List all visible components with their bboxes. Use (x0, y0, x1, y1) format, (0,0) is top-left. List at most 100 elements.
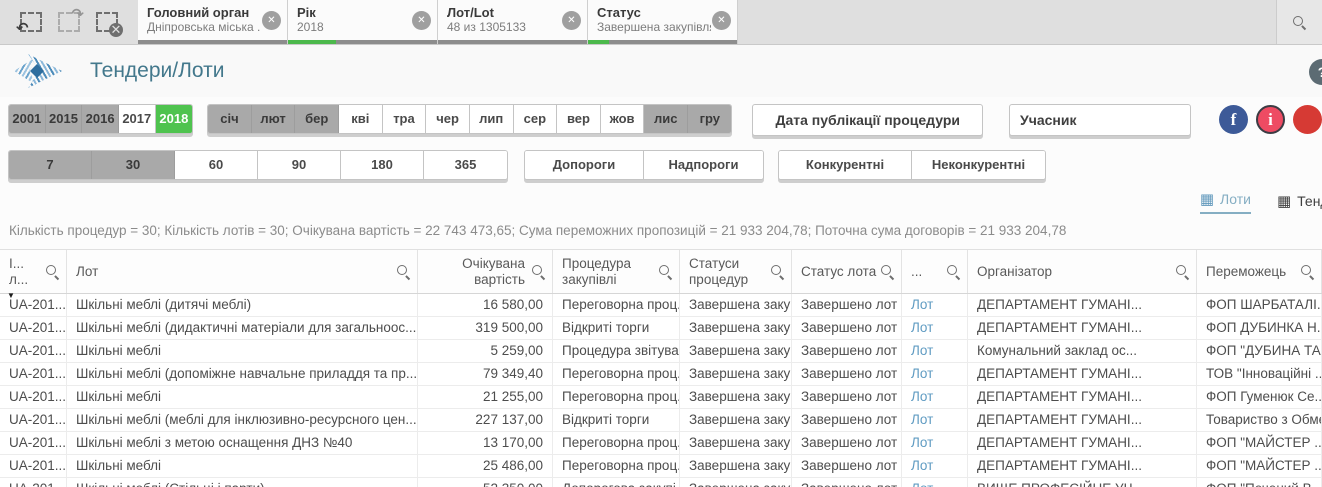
table-row[interactable]: UA-201... Шкільні меблі з метою оснащення… (0, 432, 1322, 455)
col-header-winner[interactable]: Переможець (1197, 250, 1322, 293)
month-filter-button-тра[interactable]: тра (382, 105, 427, 133)
step-forward-icon[interactable]: ↷ (58, 7, 84, 32)
info-icon[interactable]: i (1256, 105, 1285, 134)
lot-cell[interactable]: Шкільні меблі (67, 340, 418, 362)
year-filter-button-2017[interactable]: 2017 (118, 105, 156, 133)
winner-cell[interactable]: ФОП "МАЙСТЕР ... (1197, 432, 1322, 454)
winner-cell[interactable]: ФОП "ДУБИНА ТА... (1197, 340, 1322, 362)
procedure-status-cell[interactable]: Завершена закупі... (680, 409, 792, 431)
col-header-lot-link[interactable]: ... (902, 250, 968, 293)
procedure-type-cell[interactable]: Переговорна проц... (553, 294, 680, 316)
lot-id-cell[interactable]: UA-201... (0, 340, 67, 362)
period-filter-button-7[interactable]: 7 (9, 151, 92, 179)
col-header-procedure-type[interactable]: Процедура закупівлі (553, 250, 680, 293)
lot-id-cell[interactable]: UA-201... (0, 455, 67, 477)
organizer-cell[interactable]: ДЕПАРТАМЕНТ ГУМАНІ... (968, 455, 1197, 477)
period-filter-button-30[interactable]: 30 (92, 151, 175, 179)
winner-cell[interactable]: ФОП "МАЙСТЕР ... (1197, 455, 1322, 477)
date-publication-button[interactable]: Дата публікації процедури (752, 104, 983, 136)
procedure-status-cell[interactable]: Завершена закупі... (680, 386, 792, 408)
procedure-status-cell[interactable]: Завершена закупі... (680, 363, 792, 385)
expected-value-cell[interactable]: 5 259,00 (418, 340, 553, 362)
table-row[interactable]: UA-201... Шкільні меблі 21 255,00 Переговор… (0, 386, 1322, 409)
year-filter-button-2015[interactable]: 2015 (45, 105, 83, 133)
month-filter-button-січ[interactable]: січ (208, 105, 252, 133)
winner-cell[interactable]: ТОВ "Інноваційні ... (1197, 363, 1322, 385)
lot-id-cell[interactable]: UA-201... (0, 317, 67, 339)
lot-cell[interactable]: Шкільні меблі (меблі для інклюзивно-ресу… (67, 409, 418, 431)
tab-tenders[interactable]: ▦ Тендери (1277, 193, 1322, 214)
table-row[interactable]: UA-201... Шкільні меблі (меблі для інклюз… (0, 409, 1322, 432)
lot-status-cell[interactable]: Завершено лот зак... (792, 294, 902, 316)
organizer-cell[interactable]: ДЕПАРТАМЕНТ ГУМАНІ... (968, 432, 1197, 454)
competition-filter-button-Неконкурентні[interactable]: Неконкурентні (912, 151, 1045, 179)
col-header-lot[interactable]: Лот (67, 250, 418, 293)
search-icon[interactable] (45, 264, 60, 279)
search-icon[interactable] (1300, 264, 1315, 279)
lot-cell[interactable]: Шкільні меблі (67, 455, 418, 477)
col-header-procedure-status[interactable]: Статуси процедур (680, 250, 792, 293)
organizer-cell[interactable]: ДЕПАРТАМЕНТ ГУМАНІ... (968, 317, 1197, 339)
col-header-lot-status[interactable]: Статус лота (792, 250, 902, 293)
help-button[interactable]: ? (1309, 59, 1322, 85)
procedure-status-cell[interactable]: Завершена закупі... (680, 317, 792, 339)
expected-value-cell[interactable]: 13 170,00 (418, 432, 553, 454)
organizer-cell[interactable]: ДЕПАРТАМЕНТ ГУМАНІ... (968, 363, 1197, 385)
organizer-cell[interactable]: ВИЩЕ ПРОФЕСІЙНЕ УЧ... (968, 478, 1197, 487)
month-filter-button-кві[interactable]: кві (339, 105, 383, 133)
month-filter-button-сер[interactable]: сер (513, 105, 558, 133)
month-filter-button-гру[interactable]: гру (688, 105, 732, 133)
participant-input[interactable] (1009, 104, 1191, 136)
social-extra-icon[interactable] (1293, 105, 1322, 134)
search-icon[interactable] (531, 264, 546, 279)
procedure-type-cell[interactable]: Відкриті торги (553, 317, 680, 339)
remove-filter-icon[interactable]: ✕ (562, 11, 581, 30)
lot-status-cell[interactable]: Завершено лот зак... (792, 432, 902, 454)
lot-link-cell[interactable]: Лот (902, 317, 968, 339)
facebook-icon[interactable]: f (1219, 105, 1248, 134)
year-filter-button-2001[interactable]: 2001 (9, 105, 46, 133)
procedure-type-cell[interactable]: Переговорна проц... (553, 455, 680, 477)
procedure-type-cell[interactable]: Процедура звітува... (553, 340, 680, 362)
lot-cell[interactable]: Шкільні меблі (дидактичні матеріали для … (67, 317, 418, 339)
lot-link-cell[interactable]: Лот (902, 294, 968, 316)
filter-chip[interactable]: Рік 2018 ✕ (288, 0, 438, 44)
table-row[interactable]: UA-201... Шкільні меблі 25 486,00 Переговор… (0, 455, 1322, 478)
procedure-type-cell[interactable]: Переговорна проц... (553, 432, 680, 454)
competition-filter-button-Конкурентні[interactable]: Конкурентні (779, 151, 912, 179)
lot-cell[interactable]: Шкільні меблі (67, 386, 418, 408)
month-filter-button-лип[interactable]: лип (469, 105, 514, 133)
lot-cell[interactable]: Шкільні меблі (Стільці і парти) (67, 478, 418, 487)
organizer-cell[interactable]: Комунальний заклад ос... (968, 340, 1197, 362)
expected-value-cell[interactable]: 25 486,00 (418, 455, 553, 477)
filter-chip[interactable]: Статус Завершена закупівля ✕ (588, 0, 738, 44)
remove-filter-icon[interactable]: ✕ (262, 11, 281, 30)
col-header-organizer[interactable]: Організатор (968, 250, 1197, 293)
lot-link-cell[interactable]: Лот (902, 386, 968, 408)
lot-id-cell[interactable]: UA-201... (0, 478, 67, 487)
period-filter-button-365[interactable]: 365 (424, 151, 507, 179)
procedure-type-cell[interactable]: Переговорна проц... (553, 363, 680, 385)
table-row[interactable]: UA-201... Шкільні меблі (допоміжне навчал… (0, 363, 1322, 386)
search-icon[interactable] (880, 264, 895, 279)
lot-id-cell[interactable]: UA-201... (0, 363, 67, 385)
month-filter-button-бер[interactable]: бер (295, 105, 340, 133)
lot-link-cell[interactable]: Лот (902, 340, 968, 362)
filter-chip[interactable]: Головний орган Дніпровська міська ... ✕ (138, 0, 288, 44)
organizer-cell[interactable]: ДЕПАРТАМЕНТ ГУМАНІ... (968, 386, 1197, 408)
smart-search-button[interactable] (1276, 0, 1322, 44)
organizer-cell[interactable]: ДЕПАРТАМЕНТ ГУМАНІ... (968, 294, 1197, 316)
lot-status-cell[interactable]: Завершено лот зак... (792, 363, 902, 385)
month-filter-button-лют[interactable]: лют (251, 105, 296, 133)
threshold-filter-button-Допороги[interactable]: Допороги (525, 151, 644, 179)
lot-link-cell[interactable]: Лот (902, 409, 968, 431)
table-row[interactable]: UA-201... Шкільні меблі (дидактичні матер… (0, 317, 1322, 340)
remove-filter-icon[interactable]: ✕ (412, 11, 431, 30)
procedure-type-cell[interactable]: Відкриті торги (553, 409, 680, 431)
lot-status-cell[interactable]: Завершено лот зак... (792, 317, 902, 339)
search-icon[interactable] (396, 264, 411, 279)
winner-cell[interactable]: ФОП Гуменюк Се... (1197, 386, 1322, 408)
expected-value-cell[interactable]: 21 255,00 (418, 386, 553, 408)
expected-value-cell[interactable]: 319 500,00 (418, 317, 553, 339)
lot-cell[interactable]: Шкільні меблі (дитячі меблі) (67, 294, 418, 316)
